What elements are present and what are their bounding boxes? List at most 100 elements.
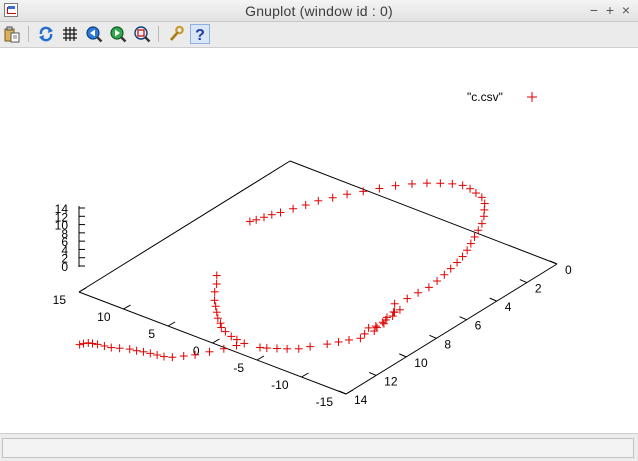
y-tick-label: 6 xyxy=(475,319,482,333)
autoscale-icon xyxy=(134,26,151,43)
data-point xyxy=(212,308,221,317)
data-point xyxy=(470,232,479,241)
data-point xyxy=(88,339,97,348)
data-point xyxy=(343,190,352,199)
data-point xyxy=(375,184,384,193)
x-tick-label: 5 xyxy=(148,327,155,341)
data-point xyxy=(153,350,162,359)
data-point xyxy=(272,344,281,353)
data-point xyxy=(240,339,249,348)
data-point xyxy=(371,322,380,331)
data-point xyxy=(259,213,268,222)
x-ticks: 15 10 5 0 -5 -10 -15 xyxy=(53,287,354,409)
y-tick-label: 14 xyxy=(354,393,368,407)
zoom-previous-icon xyxy=(86,26,103,43)
question-mark-icon: ? xyxy=(195,27,205,43)
scatter-3d-plot[interactable]: 15 10 5 0 -5 -10 -15 0 2 4 6 8 10 12 14 14121086420 "… xyxy=(0,48,638,433)
data-point xyxy=(212,271,221,280)
data-point xyxy=(345,335,354,344)
data-point xyxy=(283,344,292,353)
x-tick-mark xyxy=(78,287,87,293)
data-point xyxy=(217,323,226,332)
y-tick-label: 0 xyxy=(565,263,572,277)
data-point xyxy=(100,341,109,350)
window-title: Gnuplot (window id : 0) xyxy=(245,3,393,19)
x-tick-label: 10 xyxy=(97,310,111,324)
data-point xyxy=(458,181,467,190)
data-point xyxy=(388,312,397,321)
data-point xyxy=(453,258,462,267)
y-tick-mark xyxy=(519,279,528,284)
data-point xyxy=(471,189,480,198)
replot-button[interactable] xyxy=(36,24,56,44)
y-tick-mark xyxy=(549,260,558,265)
y-tick-mark xyxy=(489,297,497,302)
autoscale-button[interactable] xyxy=(132,24,152,44)
data-point xyxy=(245,217,254,226)
y-tick-mark xyxy=(399,353,407,358)
data-point xyxy=(107,343,116,352)
axis-back-left-edge xyxy=(78,160,291,293)
data-point xyxy=(433,276,442,285)
toolbar-separator xyxy=(158,26,159,42)
data-point xyxy=(168,353,177,362)
toggle-grid-button[interactable] xyxy=(60,24,80,44)
x-tick-mark xyxy=(167,321,176,327)
y-tick-label: 12 xyxy=(384,374,398,388)
maximize-button[interactable]: + xyxy=(602,2,618,18)
data-point xyxy=(211,302,220,311)
next-zoom-button[interactable] xyxy=(108,24,128,44)
data-point xyxy=(403,294,412,303)
data-point xyxy=(276,208,285,217)
y-tick-mark xyxy=(459,316,467,321)
data-point xyxy=(252,215,261,224)
data-points xyxy=(75,179,489,362)
data-point xyxy=(408,179,417,188)
axis-back-right-edge xyxy=(289,160,558,265)
copy-to-clipboard-button[interactable] xyxy=(2,24,22,44)
data-point xyxy=(79,339,88,348)
data-point xyxy=(159,352,168,361)
previous-zoom-button[interactable] xyxy=(84,24,104,44)
data-point xyxy=(93,340,102,349)
x-tick-mark xyxy=(345,389,354,395)
y-axis-line xyxy=(345,263,558,395)
toolbar: ? xyxy=(0,22,638,48)
x-tick-label: 15 xyxy=(53,293,67,307)
data-point xyxy=(436,179,445,188)
plot-canvas[interactable]: 15 10 5 0 -5 -10 -15 0 2 4 6 8 10 12 14 14 12 10 8 6 4 2 0 "… xyxy=(0,48,638,433)
minimize-button[interactable]: − xyxy=(586,2,602,18)
status-bar xyxy=(0,433,638,461)
data-point xyxy=(210,287,219,296)
data-point xyxy=(440,270,449,279)
z-tick-label: 0 xyxy=(61,260,68,274)
close-button[interactable]: × xyxy=(618,2,634,18)
preferences-button[interactable] xyxy=(166,24,186,44)
legend-marker xyxy=(527,92,537,102)
data-point xyxy=(125,345,134,354)
data-point xyxy=(301,201,310,210)
data-point xyxy=(179,352,188,361)
data-point xyxy=(466,239,475,248)
data-point xyxy=(306,342,315,351)
data-point xyxy=(115,344,124,353)
clipboard-icon xyxy=(4,26,20,43)
data-point xyxy=(212,279,221,288)
data-point xyxy=(289,204,298,213)
data-point xyxy=(424,283,433,292)
help-button[interactable]: ? xyxy=(190,24,210,44)
data-point xyxy=(256,343,265,352)
data-point xyxy=(446,264,455,273)
title-bar[interactable]: Gnuplot (window id : 0) − + × xyxy=(0,0,638,22)
data-point xyxy=(205,347,214,356)
status-text xyxy=(2,438,634,458)
y-tick-mark xyxy=(368,371,377,376)
y-tick-label: 4 xyxy=(505,300,512,314)
x-tick-mark xyxy=(212,338,220,344)
refresh-icon xyxy=(39,26,53,42)
data-point xyxy=(132,346,141,355)
x-tick-label: 0 xyxy=(193,344,200,358)
data-point xyxy=(389,307,398,316)
data-point xyxy=(334,337,343,346)
data-point xyxy=(356,334,365,343)
